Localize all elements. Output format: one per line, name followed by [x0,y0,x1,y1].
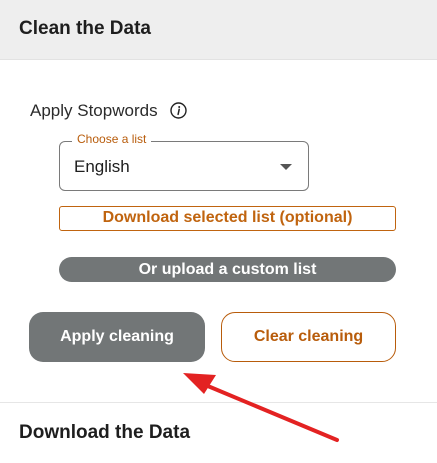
clean-data-header[interactable]: Clean the Data [0,0,437,60]
apply-cleaning-button[interactable]: Apply cleaning [29,312,205,362]
select-legend: Choose a list [72,132,152,146]
upload-custom-list-button[interactable]: Or upload a custom list [59,257,396,282]
selected-list-value: English [74,157,130,176]
red-arrow-icon [183,373,339,442]
chevron-down-icon [280,164,292,170]
clear-cleaning-button[interactable]: Clear cleaning [221,312,396,362]
download-selected-list-button[interactable]: Download selected list (optional) [59,206,396,231]
info-icon[interactable] [170,102,187,119]
stopword-list-select[interactable]: Choose a list English [59,132,309,191]
section-divider [0,402,437,403]
section-title: Clean the Data [19,18,151,39]
apply-stopwords-label: Apply Stopwords [30,101,158,120]
download-data-title[interactable]: Download the Data [19,422,190,444]
